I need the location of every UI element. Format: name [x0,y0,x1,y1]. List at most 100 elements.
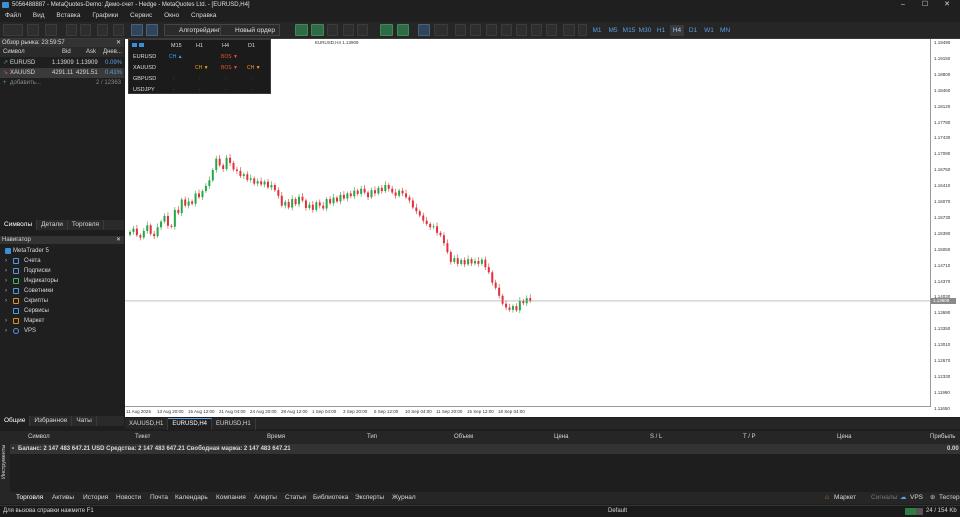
sidebar-item-indicators[interactable]: › Индикаторы [0,276,124,286]
tab-symbols[interactable]: Символы [0,220,38,230]
data-window-icon[interactable] [80,24,91,36]
close-icon[interactable]: ✕ [116,39,121,47]
tab-details[interactable]: Детали [37,220,68,230]
zoom-out-icon[interactable] [357,24,368,36]
tab-trading[interactable]: Торговля [68,220,105,230]
column-symbol[interactable]: Символ [28,431,50,444]
profiles-icon[interactable] [27,24,39,36]
close-icon[interactable]: ✕ [116,236,121,244]
column-price[interactable]: Цена [554,431,568,444]
column-bid[interactable]: Bid [62,47,71,57]
tab-experts[interactable]: Эксперты [355,492,384,504]
add-symbol-row[interactable]: + добавить... 2 / 12363 [0,78,124,88]
new-order-button[interactable]: Новый ордер [220,24,280,36]
algo-trading-button[interactable]: Алготрейдинг [164,24,226,36]
column-type[interactable]: Тип [367,431,377,444]
shapes-icon[interactable] [563,24,575,36]
column-profit[interactable]: Прибыль [930,431,955,444]
menu-window[interactable]: Окно [159,10,184,22]
fibo-icon[interactable] [516,24,527,36]
zoom-in-icon[interactable] [343,24,354,36]
column-current-price[interactable]: Цена [837,431,851,444]
menu-help[interactable]: Справка [186,10,222,22]
tab-journal[interactable]: Журнал [392,492,416,504]
candlestick-chart[interactable] [125,39,931,407]
line-chart-icon[interactable] [327,24,338,36]
menu-tools[interactable]: Сервис [125,10,157,22]
new-chart-icon[interactable] [3,24,23,36]
market-watch-icon[interactable] [45,24,57,36]
arrows-icon[interactable] [546,24,557,36]
sidebar-item-subscriptions[interactable]: › Подписки [0,266,124,276]
tab-market[interactable]: Маркет [834,492,856,504]
sidebar-item-accounts[interactable]: › Счета [0,256,124,266]
tab-history[interactable]: История [83,492,108,504]
tab-trade[interactable]: Торговля [16,492,43,504]
autoscroll-icon[interactable] [397,24,409,36]
tab-tester[interactable]: Тестер [939,492,960,504]
tab-company[interactable]: Компания [216,492,246,504]
grid-icon[interactable] [380,24,393,36]
tf-d1[interactable]: D1 [686,25,700,36]
sidebar-item-experts[interactable]: › Советники [0,286,124,296]
tab-assets[interactable]: Активы [52,492,74,504]
strategy-icon[interactable] [97,24,108,36]
list-item[interactable]: ↘ XAUUSD 4291.11 4291.51 0.41% [0,68,124,78]
market-icon[interactable] [131,24,143,36]
tab-articles[interactable]: Статьи [285,492,306,504]
trendline-icon[interactable] [486,24,497,36]
toolbox-side-tab[interactable]: Инструменты [0,431,10,504]
tab-alerts[interactable]: Алерты [254,492,277,504]
tf-h4[interactable]: H4 [670,25,684,36]
column-time[interactable]: Время [267,431,285,444]
candles-icon[interactable] [311,24,324,36]
tf-m1[interactable]: M1 [590,25,604,36]
column-tp[interactable]: T / P [743,431,756,444]
vertical-line-icon[interactable] [455,24,466,36]
column-volume[interactable]: Объем [454,431,473,444]
tab-chart-eurusd-h4[interactable]: EURUSD,H4 [168,418,213,430]
menu-charts[interactable]: Графики [87,10,123,22]
column-sl[interactable]: S / L [650,431,662,444]
indicators-icon[interactable] [418,24,430,36]
tab-calendar[interactable]: Календарь [175,492,208,504]
menu-view[interactable]: Вид [28,10,50,22]
tab-chart-eurusd-h1[interactable]: EURUSD,H1 [212,419,256,430]
sidebar-item-vps[interactable]: › VPS [0,326,124,336]
tab-common[interactable]: Общие [0,416,31,426]
tf-m30[interactable]: M30 [638,25,652,36]
text-icon[interactable] [531,24,542,36]
channel-icon[interactable] [501,24,512,36]
crosshair-icon[interactable] [66,24,77,36]
tf-m5[interactable]: M5 [606,25,620,36]
minimize-button[interactable]: – [892,0,914,10]
tf-mn[interactable]: MN [718,25,732,36]
tab-chart-xauusd-h1[interactable]: XAUUSD,H1 [125,419,169,430]
column-symbol[interactable]: Символ [3,47,25,57]
tab-mailbox[interactable]: Почта [150,492,168,504]
menu-file[interactable]: Файл [0,10,26,22]
sidebar-item-market[interactable]: › Маркет [0,316,124,326]
chevron-down-icon[interactable] [578,24,587,36]
signals-icon[interactable] [146,24,158,36]
column-ask[interactable]: Ask [86,47,96,57]
column-ticket[interactable]: Тикет [135,431,150,444]
chart-area[interactable]: EURUSD,H4 1.13909 1.13909 1.19490 1.19150… [125,39,960,417]
cursor-icon[interactable] [434,24,448,36]
tab-news[interactable]: Новости [116,492,141,504]
tf-m15[interactable]: M15 [622,25,636,36]
sidebar-item-scripts[interactable]: › Скрипты [0,296,124,306]
tf-w1[interactable]: W1 [702,25,716,36]
bar-chart-icon[interactable] [295,24,308,36]
chart-plot[interactable] [125,39,931,407]
menu-insert[interactable]: Вставка [51,10,85,22]
close-button[interactable]: ✕ [936,0,958,10]
navigator-root[interactable]: MetaTrader 5 [0,246,124,256]
tab-library[interactable]: Библиотека [313,492,348,504]
profile-name[interactable]: Default [608,506,627,517]
tab-favorites[interactable]: Избранное [30,416,73,426]
column-change[interactable]: Днев... [103,47,122,57]
list-item[interactable]: ↗ EURUSD 1.13909 1.13909 0.09% [0,58,124,68]
tab-signals[interactable]: Сигналы [871,492,897,504]
maximize-button[interactable]: ☐ [914,0,936,10]
